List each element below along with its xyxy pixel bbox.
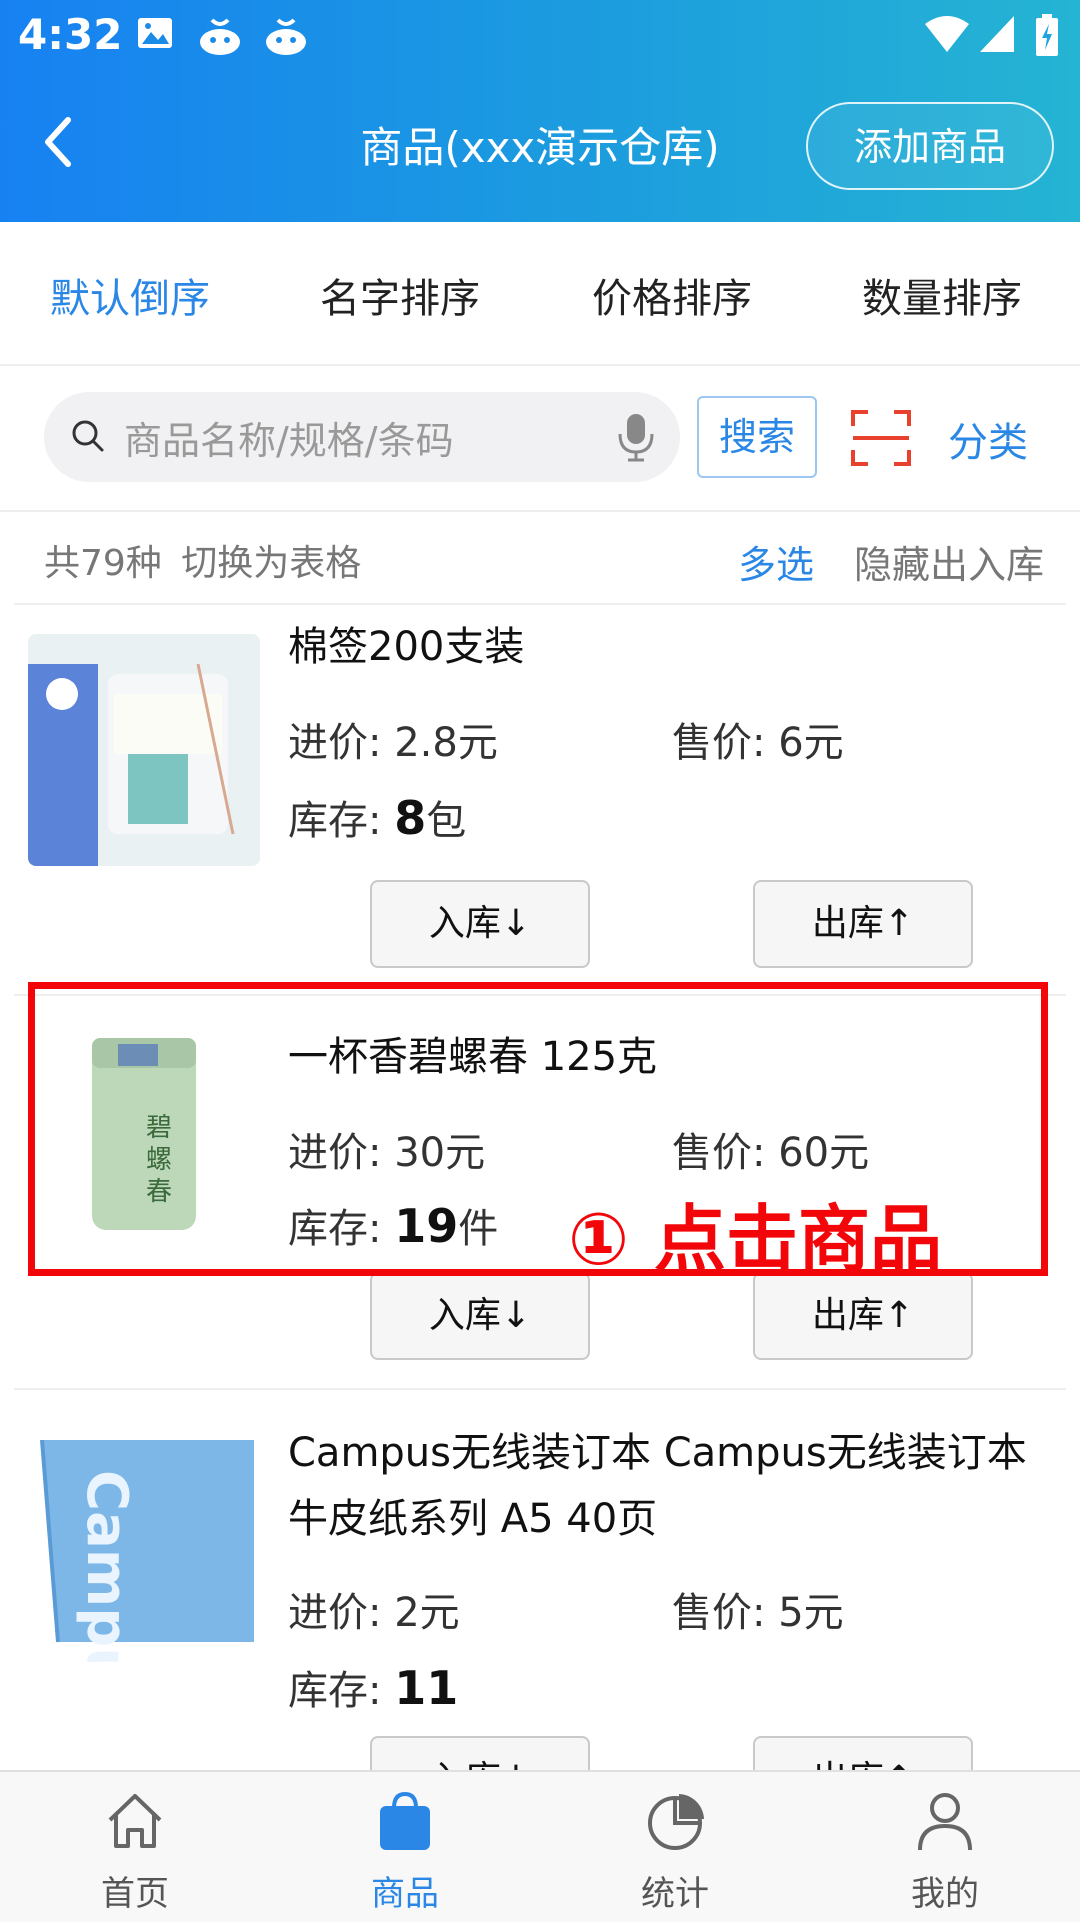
whale-notification-icon [196, 14, 244, 62]
search-input[interactable]: 商品名称/规格/条码 [44, 392, 680, 482]
status-time: 4:32 [18, 10, 123, 59]
cost-price: 进价: 2.8元 [288, 720, 498, 766]
stock-in-button[interactable]: 入库↓ [370, 880, 590, 968]
hide-io-toggle[interactable]: 隐藏出入库 [854, 534, 1044, 589]
tutorial-annotation: ① 点击商品 [568, 1197, 943, 1281]
product-name: Campus无线装订本 Campus无线装订本 牛皮纸系列 A5 40页 [288, 1430, 1027, 1542]
battery-charging-icon [1034, 14, 1060, 62]
category-button[interactable]: 分类 [948, 410, 1028, 468]
app-header: 4:32 商品(xxx演示仓库) 添加商品 [0, 0, 1080, 222]
pie-chart-icon [648, 1794, 704, 1850]
add-product-button[interactable]: 添加商品 [806, 102, 1054, 190]
nav-statistics[interactable]: 统计 [540, 1772, 810, 1922]
product-image: Campus [28, 1430, 260, 1662]
whale-notification-icon [262, 14, 310, 62]
shopping-bag-icon [380, 1791, 430, 1850]
stock-quantity: 库存: 8包 [288, 791, 467, 845]
wifi-icon [924, 14, 970, 58]
product-card[interactable]: Campus Campus无线装订本 Campus无线装订本 牛皮纸系列 A5 … [0, 1390, 1080, 1824]
bottom-navigation: 首页 商品 统计 我的 [0, 1770, 1080, 1922]
tab-default-desc[interactable]: 默认倒序 [50, 266, 210, 324]
home-icon [108, 1794, 162, 1848]
stock-in-button[interactable]: 入库↓ [370, 1272, 590, 1360]
multi-select-button[interactable]: 多选 [738, 534, 814, 589]
nav-mine-label: 我的 [911, 1874, 979, 1914]
navigation-bar: 商品(xxx演示仓库) 添加商品 [0, 90, 1080, 200]
search-button[interactable]: 搜索 [697, 396, 817, 478]
microphone-icon[interactable] [616, 412, 656, 464]
search-icon [72, 420, 104, 452]
tab-sort-by-price[interactable]: 价格排序 [592, 266, 752, 324]
switch-to-table-link[interactable]: 切换为表格 [181, 543, 361, 584]
nav-statistics-label: 统计 [641, 1874, 709, 1914]
sale-price: 售价: 6元 [672, 720, 844, 766]
image-notification-icon [136, 14, 174, 56]
tab-sort-by-quantity[interactable]: 数量排序 [862, 266, 1022, 324]
search-row: 商品名称/规格/条码 搜索 分类 [0, 366, 1080, 512]
status-bar: 4:32 [0, 0, 1080, 76]
user-icon [918, 1793, 972, 1851]
nav-mine[interactable]: 我的 [810, 1772, 1080, 1922]
stock-out-button[interactable]: 出库↑ [753, 1272, 973, 1360]
nav-home[interactable]: 首页 [0, 1772, 270, 1922]
nav-products-label: 商品 [371, 1874, 439, 1914]
scan-barcode-icon[interactable] [850, 408, 912, 468]
product-card[interactable]: 棉签200支装 进价: 2.8元 售价: 6元 库存: 8包 入库↓ 出库↑ [0, 604, 1080, 994]
nav-products[interactable]: 商品 [270, 1772, 540, 1922]
signal-icon [978, 14, 1016, 58]
stock-quantity: 库存: 11 [288, 1661, 459, 1715]
stock-out-button[interactable]: 出库↑ [753, 880, 973, 968]
tab-sort-by-name[interactable]: 名字排序 [320, 266, 480, 324]
product-count-and-switch: 共79种 切换为表格 [44, 534, 361, 586]
search-placeholder: 商品名称/规格/条码 [124, 419, 454, 463]
product-image [28, 634, 260, 866]
svg-text:Campus: Campus [74, 1470, 139, 1662]
cost-price: 进价: 2元 [288, 1590, 460, 1636]
product-name: 棉签200支装 [288, 624, 525, 670]
sort-tabs: 默认倒序 名字排序 价格排序 数量排序 [0, 222, 1080, 366]
list-info-row: 共79种 切换为表格 多选 隐藏出入库 [0, 512, 1080, 604]
nav-home-label: 首页 [101, 1874, 169, 1914]
sale-price: 售价: 5元 [672, 1590, 844, 1636]
product-count: 共79种 [44, 543, 162, 584]
